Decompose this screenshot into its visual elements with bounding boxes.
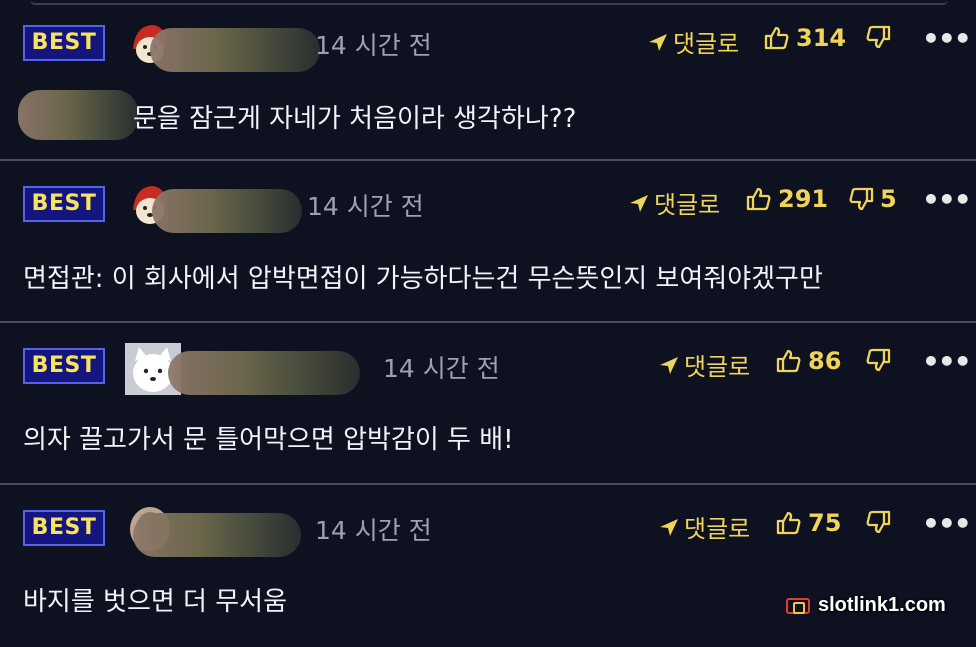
thumbs-up-icon [764,25,790,51]
comment-item: BEST 14 시간 전 댓글로 86 ••• 의자 끌고가서 문 틀어막으면 … [0,323,976,485]
watermark: slotlink1.com [786,594,946,617]
best-badge: BEST [23,510,105,546]
reply-label: 댓글로 [684,353,751,381]
comment-text: 문을 잠근게 자네가 처음이라 생각하나?? [133,104,577,134]
best-badge: BEST [23,186,105,222]
thumbs-up-icon [776,348,802,374]
comment-header: BEST 14 시간 전 댓글로 75 ••• [0,504,976,557]
reply-button[interactable]: 댓글로 [658,347,750,382]
reply-button[interactable]: 댓글로 [628,185,720,220]
comment-time: 14 시간 전 [315,516,432,545]
comment-time: 14 시간 전 [383,354,500,383]
dislike-count: 5 [880,185,897,213]
paper-plane-icon [647,31,669,53]
thumbs-down-icon [865,24,891,50]
reply-label: 댓글로 [654,191,721,219]
paper-plane-icon [658,516,680,538]
reply-label: 댓글로 [684,515,751,543]
thumbs-up-icon [776,510,802,536]
username-blurred [152,189,302,233]
thumbs-up-icon [746,186,772,212]
reply-button[interactable]: 댓글로 [647,24,739,59]
username-blurred [150,28,320,72]
best-badge: BEST [23,348,105,384]
text-blurred [18,90,138,140]
like-button[interactable]: 291 [746,185,828,213]
reply-label: 댓글로 [673,30,740,58]
more-dots-icon[interactable]: ••• [922,183,972,216]
like-count: 314 [796,24,847,52]
comment-text: 바지를 벗으면 더 무서움 [23,587,287,617]
paper-plane-icon [628,192,650,214]
more-dots-icon[interactable]: ••• [922,22,972,55]
like-button[interactable]: 86 [776,347,841,375]
watermark-text: slotlink1.com [818,594,946,616]
reply-button[interactable]: 댓글로 [658,509,750,544]
dislike-button[interactable] [865,24,897,50]
like-count: 291 [778,185,829,213]
comment-time: 14 시간 전 [307,192,424,221]
dislike-button[interactable] [865,347,897,373]
like-count: 86 [808,347,842,375]
comment-text: 면접관: 이 회사에서 압박면접이 가능하다는건 무슨뜻인지 보여줘야겠구만 [23,264,823,294]
thumbs-down-icon [848,186,874,212]
more-dots-icon[interactable]: ••• [922,507,972,540]
comment-header: BEST 14 시간 전 댓글로 86 ••• [0,343,976,395]
comment-text: 의자 끌고가서 문 틀어막으면 압박감이 두 배! [23,425,514,455]
more-dots-icon[interactable]: ••• [922,345,972,378]
like-count: 75 [808,509,842,537]
paper-plane-icon [658,354,680,376]
username-blurred [168,351,360,395]
username-blurred [133,513,301,557]
comment-time: 14 시간 전 [315,31,432,60]
dislike-button[interactable]: 5 [848,185,897,213]
watermark-logo-icon [786,597,810,614]
dislike-button[interactable] [865,509,897,535]
like-button[interactable]: 314 [764,24,846,52]
comment-header: BEST 14 시간 전 댓글로 314 ••• [0,19,976,72]
like-button[interactable]: 75 [776,509,841,537]
comment-item: BEST 14 시간 전 댓글로 291 5 ••• 면접관: 이 회사에서 압… [0,161,976,323]
comment-item: BEST 14 시간 전 댓글로 75 ••• 바지를 벗으면 더 무서움 [0,485,976,647]
thumbs-down-icon [865,509,891,535]
comment-item: BEST 14 시간 전 댓글로 314 ••• 문을 잠근게 자네가 처음이라… [0,0,976,161]
thumbs-down-icon [865,347,891,373]
comment-header: BEST 14 시간 전 댓글로 291 5 ••• [0,180,976,233]
best-badge: BEST [23,25,105,61]
